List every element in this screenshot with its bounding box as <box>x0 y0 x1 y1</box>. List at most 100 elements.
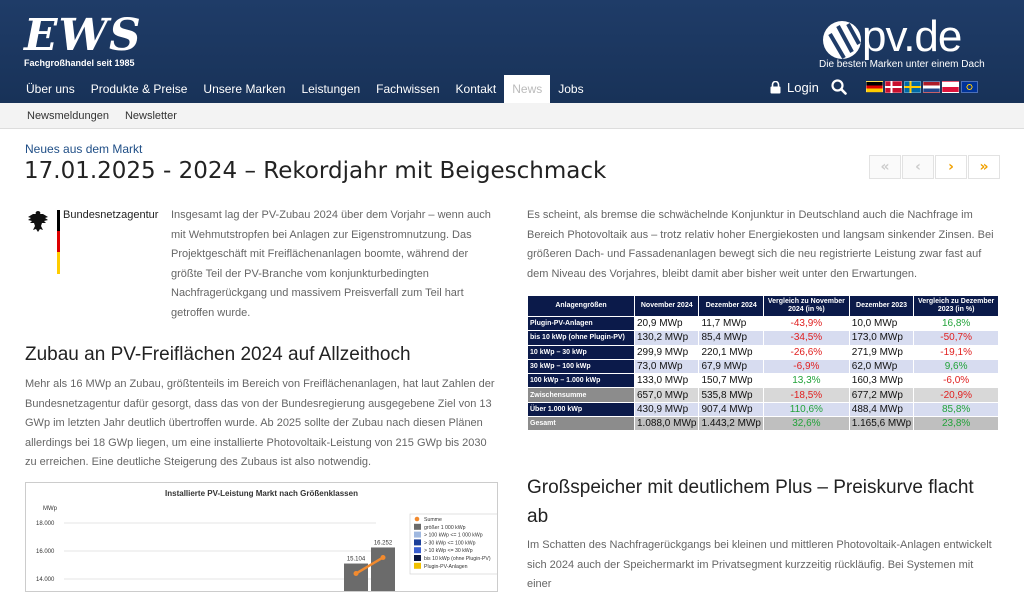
table-header: Vergleich zu Dezember 2023 (in %) <box>913 295 999 317</box>
chart-bar <box>371 547 395 591</box>
nav-unsere-marken[interactable]: Unsere Marken <box>195 75 293 103</box>
table-cell-dez23: 488,4 MWp <box>848 401 915 418</box>
table-cell-dez: 907,4 MWp <box>698 401 764 418</box>
nav-ueber-uns[interactable]: Über uns <box>18 75 83 103</box>
ews-logo[interactable]: EWS Fachgroßhandel seit 1985 <box>24 10 142 69</box>
nav-produkte-preise[interactable]: Produkte & Preise <box>83 75 196 103</box>
table-header: Dezember 2024 <box>698 295 764 317</box>
chart-legend-swatch <box>414 523 421 530</box>
table-row: 30 kWp – 100 kWp 73,0 MWp 67,9 MWp -6,9% 62,… <box>527 358 999 375</box>
table-cell-vnov: -34,5% <box>762 330 850 346</box>
table-cell-nov: 133,0 MWp <box>633 373 700 389</box>
table-cell-nov: 299,9 MWp <box>633 344 700 360</box>
table-cell-dez: 535,8 MWp <box>698 387 764 403</box>
table-cell-nov: 73,0 MWp <box>633 358 700 375</box>
table-row: Über 1.000 kWp 430,9 MWp 907,4 MWp 110,6% 48… <box>527 401 999 418</box>
table-cell-dez: 85,4 MWp <box>698 330 764 346</box>
chart-legend-item: bis 10 kWp (ohne Plugin-PV) <box>424 556 491 562</box>
chart-legend-item: Plugin-PV-Anlagen <box>424 564 468 570</box>
table-header: Vergleich zu November 2024 (in %) <box>762 295 850 317</box>
article-text-konjunktur: Es scheint, als bremse die schwächelnde … <box>527 209 994 280</box>
previous-article-button[interactable]: ‹ <box>902 155 934 179</box>
ews-tagline: Fachgroßhandel seit 1985 <box>24 58 135 68</box>
table-cell-label: Über 1.000 kWp <box>527 401 635 418</box>
pv-logo-mark-icon <box>823 21 861 60</box>
table-header-row: Anlagengrößen November 2024 Dezember 202… <box>527 295 999 317</box>
nav-kontakt[interactable]: Kontakt <box>448 75 505 103</box>
flag-de-icon[interactable] <box>866 81 883 93</box>
chart-data-label: 15.104 <box>347 557 366 563</box>
chart-sum-point <box>380 554 386 560</box>
subnav-newsmeldungen[interactable]: Newsmeldungen <box>19 103 117 128</box>
article-pager: « ‹ › » <box>869 155 1000 179</box>
subnav-newsletter[interactable]: Newsletter <box>117 103 185 128</box>
table-cell-dez23: 10,0 MWp <box>848 315 915 332</box>
language-flags <box>866 81 978 93</box>
table-cell-dez23: 173,0 MWp <box>848 330 915 346</box>
chart-legend-swatch <box>414 516 420 522</box>
table-row: Plugin-PV-Anlagen 20,9 MWp 11,7 MWp -43,9% 1… <box>527 315 999 332</box>
table-cell-dez23: 271,9 MWp <box>848 344 915 360</box>
login-button[interactable]: Login <box>770 80 819 95</box>
table-cell-vdez: -20,9% <box>913 387 999 403</box>
table-cell-vdez: -19,1% <box>913 344 999 360</box>
zubau-table: Anlagengrößen November 2024 Dezember 202… <box>527 295 999 432</box>
chart-legend-swatch <box>414 539 421 546</box>
chart-legend-item: größer 1 000 kWp <box>424 525 466 531</box>
site-header: EWS Fachgroßhandel seit 1985 pv.de Die b… <box>0 0 1024 103</box>
federal-eagle-icon <box>28 211 48 232</box>
table-cell-dez: 220,1 MWp <box>698 344 764 360</box>
chart-sum-point <box>353 571 359 577</box>
article-kicker: Neues aus dem Markt <box>25 142 143 156</box>
table-row: Zwischensumme 657,0 MWp 535,8 MWp -18,5% 677… <box>527 387 999 403</box>
first-article-button[interactable]: « <box>869 155 901 179</box>
chart-data-label: 16.252 <box>374 540 393 546</box>
table-cell-label: bis 10 kWp (ohne Plugin-PV) <box>527 330 635 346</box>
nav-jobs[interactable]: Jobs <box>550 75 591 103</box>
next-article-button[interactable]: › <box>935 155 967 179</box>
section-heading-freiflaechen: Zubau an PV-Freiflächen 2024 auf Allzeit… <box>25 344 411 365</box>
login-label: Login <box>787 80 819 95</box>
bundesnetzagentur-label: Bundesnetzagentur <box>63 209 159 221</box>
chart-legend-item: > 30 kWp <= 100 kWp <box>424 540 476 546</box>
nav-fachwissen[interactable]: Fachwissen <box>368 75 447 103</box>
table-cell-nov: 657,0 MWp <box>633 387 700 403</box>
section-text-grossspeicher: Im Schatten des Nachfragerückgangs bei k… <box>527 539 992 591</box>
main-nav: Über uns Produkte & Preise Unsere Marken… <box>18 75 592 103</box>
flag-se-icon[interactable] <box>904 81 921 93</box>
bundesnetzagentur-logo: Bundesnetzagentur <box>25 208 165 276</box>
ews-logo-text: EWS <box>24 10 142 61</box>
table-cell-dez23: 62,0 MWp <box>848 358 915 375</box>
nav-leistungen[interactable]: Leistungen <box>293 75 368 103</box>
chart-y-tick: 16.000 <box>36 549 55 555</box>
chart-legend-item: Summe <box>424 517 442 523</box>
article-intro: Insgesamt lag der PV-Zubau 2024 über dem… <box>171 209 491 319</box>
chart-y-tick: 14.000 <box>36 577 55 583</box>
table-cell-vnov: -18,5% <box>762 387 850 403</box>
nav-news[interactable]: News <box>504 75 551 103</box>
table-cell-nov: 130,2 MWp <box>633 330 700 346</box>
pv-tagline: Die besten Marken unter einem Dach <box>819 59 985 70</box>
table-cell-label: 10 kWp – 30 kWp <box>527 344 635 360</box>
table-cell-dez: 67,9 MWp <box>698 358 764 375</box>
flag-nl-icon[interactable] <box>923 81 940 93</box>
sub-nav: Newsmeldungen Newsletter <box>0 103 1024 129</box>
flag-dk-icon[interactable] <box>885 81 902 93</box>
flag-eu-icon[interactable] <box>961 81 978 93</box>
flag-pl-icon[interactable] <box>942 81 959 93</box>
chart-y-tick: 18.000 <box>36 521 55 527</box>
table-cell-label: 100 kWp – 1.000 kWp <box>527 373 635 389</box>
section-text-freiflaechen: Mehr als 16 MWp an Zubau, größtenteils i… <box>25 378 495 469</box>
table-row: Gesamt 1.088,0 MWp 1.443,2 MWp 32,6% 1.165,6… <box>527 416 999 432</box>
pv-logo[interactable]: pv.de Die besten Marken unter einem Dach <box>818 14 998 72</box>
table-header: Dezember 2023 <box>848 295 915 317</box>
search-icon[interactable] <box>831 79 847 95</box>
page-title: 17.01.2025 - 2024 – Rekordjahr mit Beige… <box>24 158 607 184</box>
lock-icon <box>770 81 781 94</box>
table-cell-vdez: 85,8% <box>913 401 999 418</box>
last-article-button[interactable]: » <box>968 155 1000 179</box>
table-row: bis 10 kWp (ohne Plugin-PV) 130,2 MWp 85,4… <box>527 330 999 346</box>
table-cell-vdez: 23,8% <box>913 416 999 432</box>
table-cell-vdez: 9,6% <box>913 358 999 375</box>
table-cell-vnov: 13,3% <box>762 373 850 389</box>
